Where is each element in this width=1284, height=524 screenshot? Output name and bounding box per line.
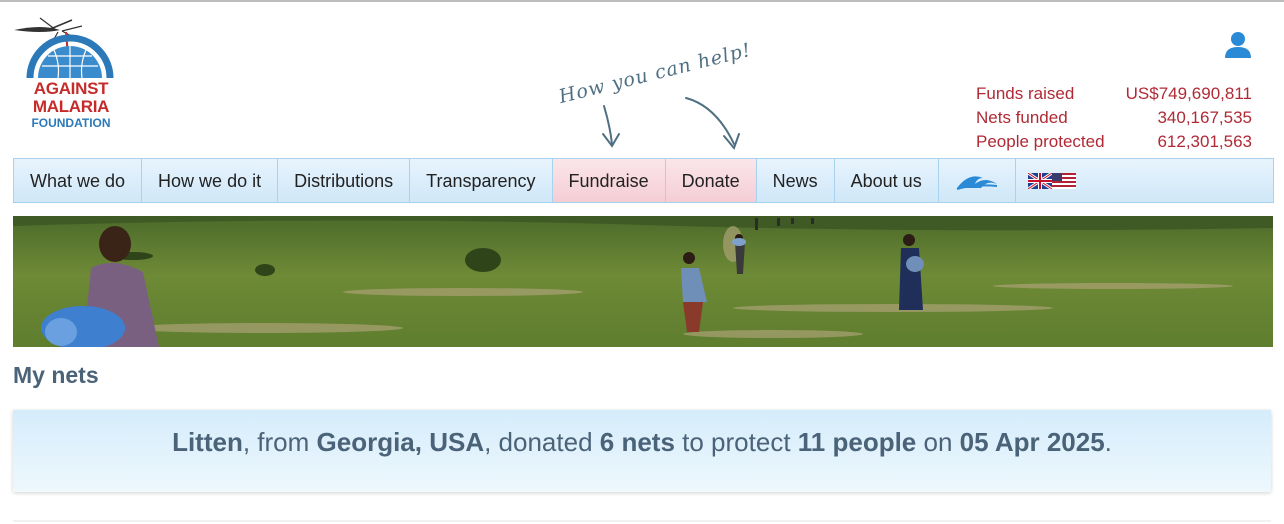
nav-wave-icon[interactable] xyxy=(939,159,1016,202)
stat-row: Funds raised US$749,690,811 xyxy=(976,82,1252,106)
logo-wordmark: AGAINST MALARIA FOUNDATION xyxy=(16,79,126,131)
stat-row: Nets funded 340,167,535 xyxy=(976,106,1252,130)
message-text: , from xyxy=(242,427,317,457)
mosquito-globe-icon xyxy=(14,17,114,79)
main-nav: What we do How we do it Distributions Tr… xyxy=(13,158,1274,203)
stat-value: US$749,690,811 xyxy=(1125,84,1252,103)
banner-photo xyxy=(13,216,1273,347)
nav-distributions[interactable]: Distributions xyxy=(278,159,411,202)
stat-value: 340,167,535 xyxy=(1157,108,1252,127)
stat-label: People protected xyxy=(976,132,1105,151)
people-count: 11 people xyxy=(797,427,917,457)
nav-fundraise[interactable]: Fundraise xyxy=(552,159,666,202)
nav-what-we-do[interactable]: What we do xyxy=(14,159,143,202)
donor-location: Georgia, USA xyxy=(316,427,485,457)
logo-line-1: AGAINST xyxy=(33,79,109,98)
logo-line-3: FOUNDATION xyxy=(31,116,111,130)
donor-name: Litten xyxy=(172,427,243,457)
nav-news[interactable]: News xyxy=(757,159,835,202)
how-you-can-help: How you can help! xyxy=(556,39,756,156)
account-icon[interactable] xyxy=(1222,30,1254,60)
nav-how-we-do-it[interactable]: How we do it xyxy=(142,159,279,202)
divider xyxy=(13,520,1271,522)
nav-about-us[interactable]: About us xyxy=(835,159,939,202)
message-text: . xyxy=(1104,427,1112,457)
language-flags-icon[interactable] xyxy=(1016,159,1088,202)
nets-count: 6 nets xyxy=(599,427,675,457)
message-text: on xyxy=(916,427,960,457)
stat-label: Nets funded xyxy=(976,108,1068,127)
stat-label: Funds raised xyxy=(976,84,1075,103)
nav-donate[interactable]: Donate xyxy=(665,159,757,202)
donation-date: 05 Apr 2025 xyxy=(959,427,1105,457)
message-text: , donated xyxy=(484,427,600,457)
donation-message: Litten, from Georgia, USA, donated 6 net… xyxy=(13,410,1271,492)
stats-panel: Funds raised US$749,690,811 Nets funded … xyxy=(976,82,1252,154)
stat-row: People protected 612,301,563 xyxy=(976,130,1252,154)
stat-value: 612,301,563 xyxy=(1157,132,1252,151)
page-title: My nets xyxy=(13,362,99,388)
nav-transparency[interactable]: Transparency xyxy=(410,159,553,202)
help-arrows-icon xyxy=(602,97,740,150)
message-text: to protect xyxy=(674,427,798,457)
logo-line-2: MALARIA xyxy=(32,97,110,116)
